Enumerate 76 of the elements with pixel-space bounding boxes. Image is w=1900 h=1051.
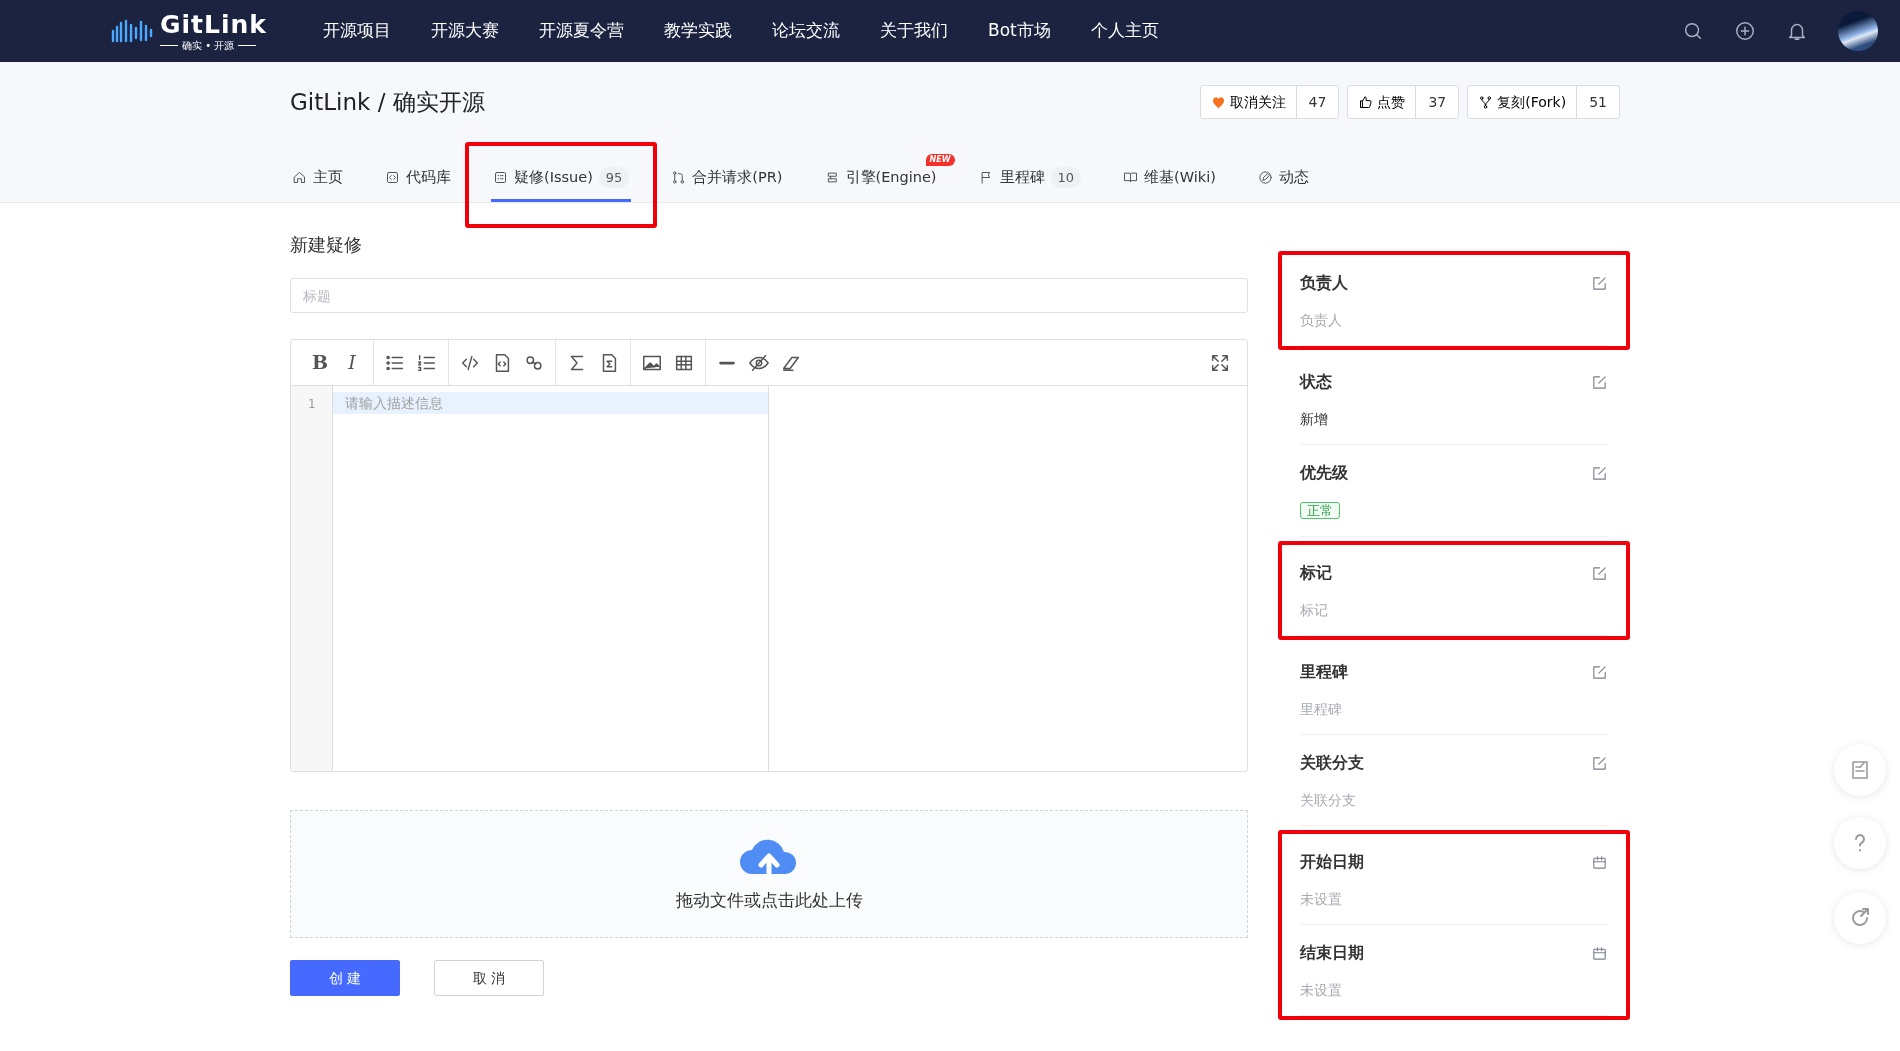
section-title: 里程碑	[1300, 661, 1348, 683]
edit-icon[interactable]	[1591, 464, 1608, 482]
merge-icon	[671, 170, 687, 185]
format-button[interactable]: B	[309, 348, 331, 377]
count-label: 37	[1415, 86, 1459, 118]
count-label: 47	[1295, 86, 1339, 118]
section-title: 结束日期	[1300, 942, 1364, 964]
field-value: 未设置	[1300, 982, 1342, 998]
nav-link[interactable]: 个人主页	[1090, 18, 1159, 44]
logo-tagline: 确实 • 开源	[182, 40, 235, 51]
fork-icon	[1478, 94, 1494, 110]
code-file-icon	[385, 170, 400, 185]
priority-tag: 正常	[1300, 502, 1340, 519]
split-button[interactable]: 点赞 37	[1347, 85, 1460, 119]
nav-link[interactable]: 关于我们	[879, 18, 948, 44]
tab[interactable]: 主页	[290, 156, 345, 202]
split-button[interactable]: 复刻(Fork) 51	[1467, 85, 1620, 119]
book-icon	[1123, 170, 1139, 185]
page-heading: 新建疑修	[290, 233, 363, 257]
new-badge: NEW	[925, 154, 955, 166]
avatar-photo-placeholder[interactable]	[1838, 11, 1878, 51]
float-button[interactable]	[1834, 892, 1886, 944]
logo-name: GitLink	[160, 11, 267, 37]
nav-link[interactable]: Bot市场	[987, 18, 1051, 44]
section-title: 标记	[1300, 562, 1332, 584]
nav-link[interactable]: 开源夏令营	[538, 18, 624, 44]
tab[interactable]: 里程碑 10	[976, 156, 1084, 202]
edit-icon[interactable]	[1591, 663, 1608, 681]
calendar-icon[interactable]	[1591, 853, 1608, 871]
edit-icon[interactable]	[1591, 754, 1608, 772]
create-button[interactable]: 创 建	[290, 960, 400, 996]
action-button[interactable]: 点赞	[1348, 86, 1416, 118]
cancel-button[interactable]: 取 消	[434, 960, 544, 996]
nav-link[interactable]: 开源项目	[322, 18, 391, 44]
repo-title: GitLink / 确实开源	[290, 88, 485, 117]
count-badge: 10	[1050, 166, 1082, 189]
upload-hint: 拖动文件或点击此处上传	[675, 889, 863, 913]
section-title: 关联分支	[1300, 752, 1364, 774]
heart-icon	[1210, 94, 1226, 110]
split-button[interactable]: 取消关注 47	[1199, 85, 1340, 119]
thumbs-up-icon	[1358, 94, 1374, 110]
edit-icon[interactable]	[1591, 373, 1608, 391]
nav-link[interactable]: 论坛交流	[771, 18, 840, 44]
tab[interactable]: 维基(Wiki)	[1121, 156, 1218, 202]
field-value: 负责人	[1300, 312, 1342, 328]
house-icon	[292, 170, 307, 185]
search-icon[interactable]	[1682, 20, 1704, 42]
field-value: 关联分支	[1300, 792, 1356, 808]
pencil-circle-icon	[1257, 170, 1273, 185]
edit-icon[interactable]	[1591, 564, 1608, 582]
format-button[interactable]: I	[341, 348, 363, 377]
nav-link[interactable]: 开源大赛	[430, 18, 499, 44]
field-value: 新增	[1300, 411, 1328, 427]
plus-circle-icon[interactable]	[1734, 20, 1756, 42]
field-value: 标记	[1300, 602, 1328, 618]
count-badge: 95	[598, 166, 630, 189]
section-title: 开始日期	[1300, 851, 1364, 873]
section-title: 优先级	[1300, 462, 1348, 484]
field-value: 里程碑	[1300, 701, 1342, 717]
tab[interactable]: 代码库	[383, 156, 453, 202]
count-label: 51	[1576, 86, 1619, 118]
upload-area[interactable]: 拖动文件或点击此处上传	[290, 810, 1248, 938]
section-title: 负责人	[1300, 272, 1348, 294]
line-number: 1	[291, 386, 333, 771]
nav-link[interactable]: 教学实践	[663, 18, 732, 44]
list-card-icon	[493, 170, 508, 185]
action-button[interactable]: 取消关注	[1200, 86, 1296, 118]
title-field[interactable]: 标题	[290, 278, 1248, 313]
edit-icon[interactable]	[1591, 274, 1608, 292]
tab[interactable]: 合并请求(PR)	[669, 156, 785, 202]
field-value: 未设置	[1300, 891, 1342, 907]
tab[interactable]: 疑修(Issue) 95	[491, 156, 632, 202]
tab[interactable]: 动态	[1255, 156, 1311, 202]
section-title: 状态	[1300, 371, 1332, 393]
calendar-icon[interactable]	[1591, 944, 1608, 962]
action-button[interactable]: 复刻(Fork)	[1468, 86, 1577, 118]
